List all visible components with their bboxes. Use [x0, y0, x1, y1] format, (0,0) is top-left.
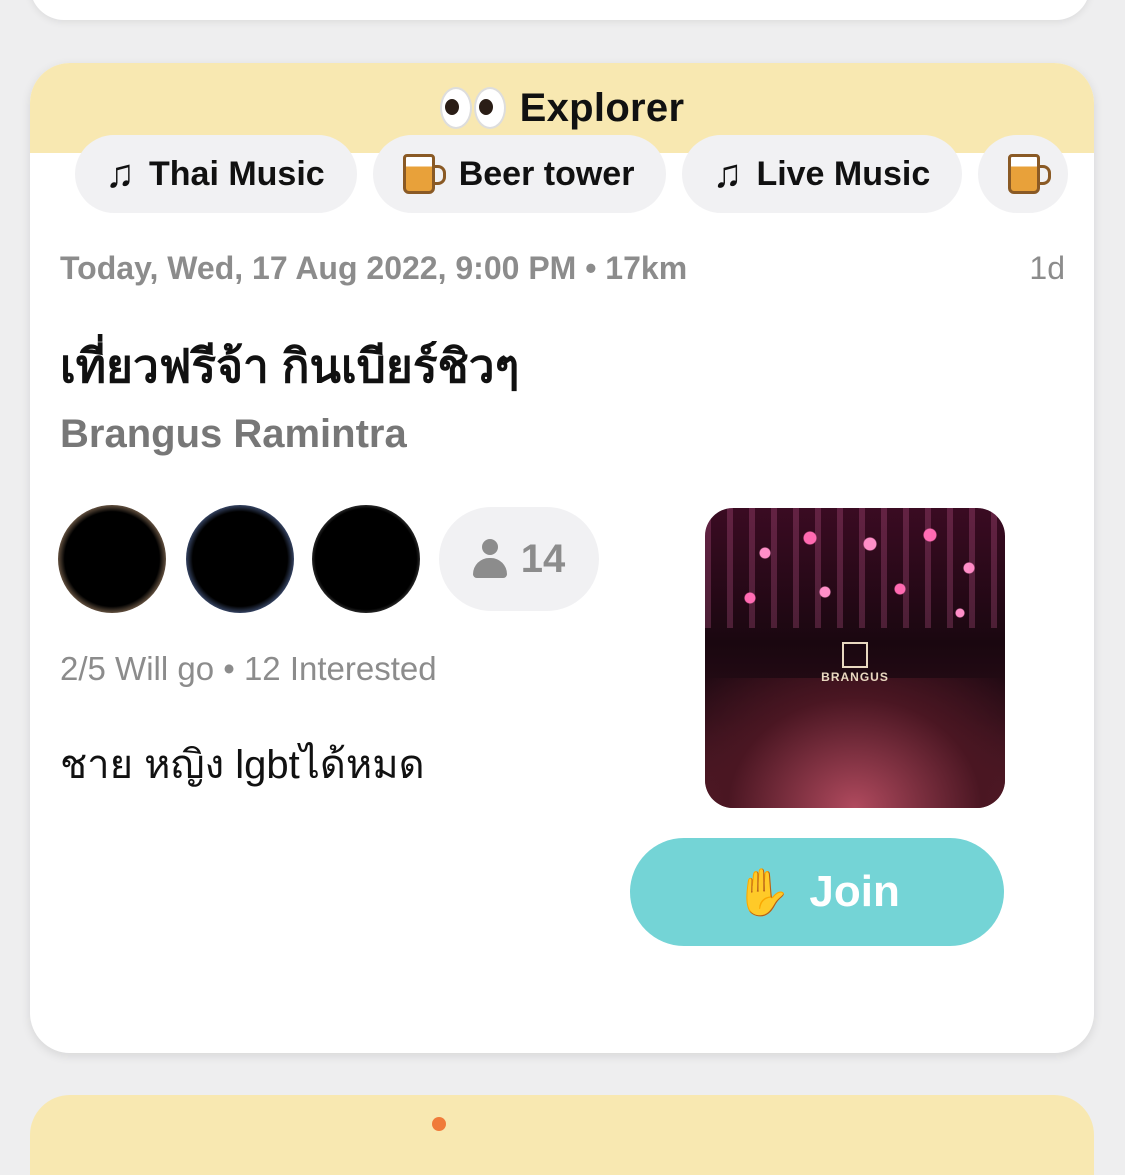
chip-live-music[interactable]: ♫ Live Music [682, 135, 963, 213]
previous-card [30, 0, 1090, 20]
eyes-icon [439, 87, 506, 129]
chip-label: Thai Music [149, 154, 325, 193]
join-button[interactable]: ✋ Join [630, 838, 1004, 946]
join-label: Join [809, 867, 900, 916]
chip-beer-tower[interactable]: Beer tower [372, 135, 667, 213]
attendee-count: 14 [520, 536, 566, 581]
beer-mug-icon [1008, 154, 1052, 194]
next-card [30, 1095, 1094, 1175]
attendance-status: 2/5 Will go • 12 Interested [60, 650, 437, 687]
chip-partial[interactable] [978, 135, 1069, 213]
explorer-title: Explorer [519, 85, 685, 130]
beer-mug-icon [402, 154, 446, 194]
chip-label: Beer tower [458, 154, 635, 193]
tag-chips: ♫ Thai Music Beer tower ♫ Live Music [75, 135, 1069, 213]
chip-thai-music[interactable]: ♫ Thai Music [75, 135, 357, 213]
posted-ago: 1d [1029, 250, 1065, 286]
avatar[interactable] [58, 505, 166, 613]
event-meta: Today, Wed, 17 Aug 2022, 9:00 PM • 17km … [60, 250, 1065, 287]
person-icon [472, 539, 507, 579]
event-datetime: Today, Wed, 17 Aug 2022, 9:00 PM • 17km [60, 250, 688, 286]
next-card-icon [432, 1117, 446, 1131]
avatar[interactable] [312, 505, 420, 613]
avatar[interactable] [186, 505, 294, 613]
event-description: ชาย หญิง lgbtได้หมด [60, 743, 425, 787]
venue-sign: BRANGUS [817, 642, 893, 684]
waving-hand-icon: ✋ [734, 865, 792, 918]
chip-label: Live Music [756, 154, 931, 193]
event-title[interactable]: เที่ยวฟรีจ้า กินเบียร์ชิวๆ [60, 330, 519, 403]
music-note-icon: ♫ [105, 152, 135, 196]
attendee-count-badge[interactable]: 14 [439, 507, 599, 611]
event-venue[interactable]: Brangus Ramintra [60, 412, 407, 457]
music-note-icon: ♫ [712, 152, 743, 196]
event-photo[interactable]: BRANGUS [705, 508, 1005, 808]
